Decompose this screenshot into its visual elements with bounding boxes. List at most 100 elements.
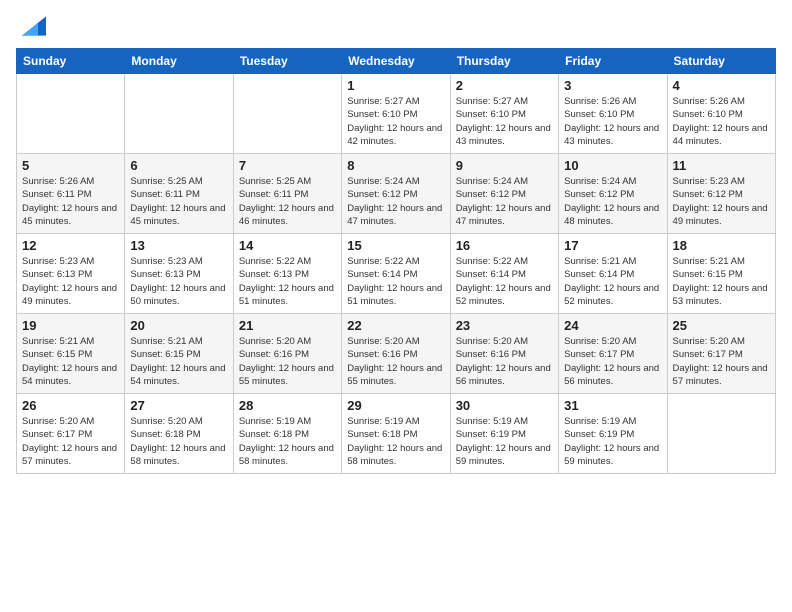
day-number: 20 <box>130 318 227 333</box>
calendar-day-cell: 26Sunrise: 5:20 AM Sunset: 6:17 PM Dayli… <box>17 394 125 474</box>
calendar-day-cell: 8 Sunrise: 5:24 AM Sunset: 6:12 PM Daylig… <box>342 154 450 234</box>
weekday-header: Thursday <box>450 49 558 74</box>
day-number: 13 <box>130 238 227 253</box>
day-number: 10 <box>564 158 661 173</box>
calendar-day-cell: 4 Sunrise: 5:26 AM Sunset: 6:10 PM Daylig… <box>667 74 775 154</box>
day-info: Sunrise: 5:23 AM Sunset: 6:13 PM Dayligh… <box>22 255 119 308</box>
weekday-header: Tuesday <box>233 49 341 74</box>
day-number: 29 <box>347 398 444 413</box>
calendar-day-cell: 12 Sunrise: 5:23 AM Sunset: 6:13 PM Dayli… <box>17 234 125 314</box>
day-info: Sunrise: 5:19 AM Sunset: 6:18 PM Dayligh… <box>239 415 336 468</box>
calendar-day-cell <box>233 74 341 154</box>
day-info: Sunrise: 5:25 AM Sunset: 6:11 PM Dayligh… <box>239 175 336 228</box>
calendar-week-row: 26Sunrise: 5:20 AM Sunset: 6:17 PM Dayli… <box>17 394 776 474</box>
day-info: Sunrise: 5:19 AM Sunset: 6:18 PM Dayligh… <box>347 415 444 468</box>
day-number: 4 <box>673 78 770 93</box>
day-number: 3 <box>564 78 661 93</box>
calendar-day-cell: 18 Sunrise: 5:21 AM Sunset: 6:15 PM Dayli… <box>667 234 775 314</box>
day-number: 18 <box>673 238 770 253</box>
day-info: Sunrise: 5:21 AM Sunset: 6:14 PM Dayligh… <box>564 255 661 308</box>
day-number: 27 <box>130 398 227 413</box>
calendar-day-cell: 3 Sunrise: 5:26 AM Sunset: 6:10 PM Daylig… <box>559 74 667 154</box>
calendar-day-cell: 5Sunrise: 5:26 AM Sunset: 6:11 PM Daylig… <box>17 154 125 234</box>
calendar-day-cell: 11 Sunrise: 5:23 AM Sunset: 6:12 PM Dayli… <box>667 154 775 234</box>
day-info: Sunrise: 5:19 AM Sunset: 6:19 PM Dayligh… <box>456 415 553 468</box>
day-number: 2 <box>456 78 553 93</box>
calendar-week-row: 5Sunrise: 5:26 AM Sunset: 6:11 PM Daylig… <box>17 154 776 234</box>
calendar-table: SundayMondayTuesdayWednesdayThursdayFrid… <box>16 48 776 474</box>
calendar-week-row: 1 Sunrise: 5:27 AM Sunset: 6:10 PM Daylig… <box>17 74 776 154</box>
day-info: Sunrise: 5:20 AM Sunset: 6:16 PM Dayligh… <box>347 335 444 388</box>
calendar-week-row: 19Sunrise: 5:21 AM Sunset: 6:15 PM Dayli… <box>17 314 776 394</box>
calendar-day-cell: 20Sunrise: 5:21 AM Sunset: 6:15 PM Dayli… <box>125 314 233 394</box>
calendar-day-cell: 24 Sunrise: 5:20 AM Sunset: 6:17 PM Dayli… <box>559 314 667 394</box>
day-number: 8 <box>347 158 444 173</box>
weekday-header: Friday <box>559 49 667 74</box>
calendar-day-cell <box>17 74 125 154</box>
day-number: 28 <box>239 398 336 413</box>
logo <box>16 16 54 36</box>
calendar-day-cell: 29 Sunrise: 5:19 AM Sunset: 6:18 PM Dayli… <box>342 394 450 474</box>
day-number: 16 <box>456 238 553 253</box>
calendar-day-cell: 14 Sunrise: 5:22 AM Sunset: 6:13 PM Dayli… <box>233 234 341 314</box>
day-info: Sunrise: 5:21 AM Sunset: 6:15 PM Dayligh… <box>673 255 770 308</box>
calendar-day-cell: 17 Sunrise: 5:21 AM Sunset: 6:14 PM Dayli… <box>559 234 667 314</box>
calendar-day-cell: 25Sunrise: 5:20 AM Sunset: 6:17 PM Dayli… <box>667 314 775 394</box>
calendar-day-cell <box>667 394 775 474</box>
day-info: Sunrise: 5:20 AM Sunset: 6:16 PM Dayligh… <box>456 335 553 388</box>
calendar-day-cell: 19Sunrise: 5:21 AM Sunset: 6:15 PM Dayli… <box>17 314 125 394</box>
day-number: 11 <box>673 158 770 173</box>
day-number: 15 <box>347 238 444 253</box>
day-info: Sunrise: 5:23 AM Sunset: 6:13 PM Dayligh… <box>130 255 227 308</box>
day-info: Sunrise: 5:25 AM Sunset: 6:11 PM Dayligh… <box>130 175 227 228</box>
weekday-header: Monday <box>125 49 233 74</box>
day-number: 17 <box>564 238 661 253</box>
day-info: Sunrise: 5:19 AM Sunset: 6:19 PM Dayligh… <box>564 415 661 468</box>
day-number: 31 <box>564 398 661 413</box>
calendar-day-cell: 13 Sunrise: 5:23 AM Sunset: 6:13 PM Dayli… <box>125 234 233 314</box>
day-info: Sunrise: 5:24 AM Sunset: 6:12 PM Dayligh… <box>347 175 444 228</box>
day-info: Sunrise: 5:26 AM Sunset: 6:10 PM Dayligh… <box>673 95 770 148</box>
calendar-day-cell: 7 Sunrise: 5:25 AM Sunset: 6:11 PM Daylig… <box>233 154 341 234</box>
weekday-header: Sunday <box>17 49 125 74</box>
day-info: Sunrise: 5:20 AM Sunset: 6:16 PM Dayligh… <box>239 335 336 388</box>
day-number: 12 <box>22 238 119 253</box>
day-number: 9 <box>456 158 553 173</box>
day-info: Sunrise: 5:22 AM Sunset: 6:13 PM Dayligh… <box>239 255 336 308</box>
day-number: 19 <box>22 318 119 333</box>
day-number: 24 <box>564 318 661 333</box>
day-info: Sunrise: 5:27 AM Sunset: 6:10 PM Dayligh… <box>456 95 553 148</box>
calendar-day-cell: 30Sunrise: 5:19 AM Sunset: 6:19 PM Dayli… <box>450 394 558 474</box>
weekday-header: Saturday <box>667 49 775 74</box>
calendar-week-row: 12 Sunrise: 5:23 AM Sunset: 6:13 PM Dayli… <box>17 234 776 314</box>
day-number: 1 <box>347 78 444 93</box>
calendar-day-cell: 27Sunrise: 5:20 AM Sunset: 6:18 PM Dayli… <box>125 394 233 474</box>
calendar-day-cell: 22 Sunrise: 5:20 AM Sunset: 6:16 PM Dayli… <box>342 314 450 394</box>
page-header <box>16 16 776 36</box>
day-info: Sunrise: 5:23 AM Sunset: 6:12 PM Dayligh… <box>673 175 770 228</box>
calendar-day-cell: 28 Sunrise: 5:19 AM Sunset: 6:18 PM Dayli… <box>233 394 341 474</box>
calendar-day-cell: 21 Sunrise: 5:20 AM Sunset: 6:16 PM Dayli… <box>233 314 341 394</box>
calendar-day-cell: 31 Sunrise: 5:19 AM Sunset: 6:19 PM Dayli… <box>559 394 667 474</box>
day-number: 23 <box>456 318 553 333</box>
day-info: Sunrise: 5:20 AM Sunset: 6:17 PM Dayligh… <box>22 415 119 468</box>
day-number: 7 <box>239 158 336 173</box>
calendar-day-cell: 1 Sunrise: 5:27 AM Sunset: 6:10 PM Daylig… <box>342 74 450 154</box>
calendar-day-cell: 23 Sunrise: 5:20 AM Sunset: 6:16 PM Dayli… <box>450 314 558 394</box>
day-number: 21 <box>239 318 336 333</box>
calendar-day-cell: 6Sunrise: 5:25 AM Sunset: 6:11 PM Daylig… <box>125 154 233 234</box>
day-info: Sunrise: 5:20 AM Sunset: 6:17 PM Dayligh… <box>564 335 661 388</box>
day-number: 25 <box>673 318 770 333</box>
day-info: Sunrise: 5:27 AM Sunset: 6:10 PM Dayligh… <box>347 95 444 148</box>
day-info: Sunrise: 5:22 AM Sunset: 6:14 PM Dayligh… <box>456 255 553 308</box>
day-number: 22 <box>347 318 444 333</box>
calendar-day-cell: 2 Sunrise: 5:27 AM Sunset: 6:10 PM Daylig… <box>450 74 558 154</box>
day-info: Sunrise: 5:24 AM Sunset: 6:12 PM Dayligh… <box>564 175 661 228</box>
day-info: Sunrise: 5:26 AM Sunset: 6:10 PM Dayligh… <box>564 95 661 148</box>
day-number: 14 <box>239 238 336 253</box>
day-info: Sunrise: 5:26 AM Sunset: 6:11 PM Dayligh… <box>22 175 119 228</box>
calendar-header-row: SundayMondayTuesdayWednesdayThursdayFrid… <box>17 49 776 74</box>
day-info: Sunrise: 5:22 AM Sunset: 6:14 PM Dayligh… <box>347 255 444 308</box>
calendar-day-cell: 10 Sunrise: 5:24 AM Sunset: 6:12 PM Dayli… <box>559 154 667 234</box>
day-info: Sunrise: 5:24 AM Sunset: 6:12 PM Dayligh… <box>456 175 553 228</box>
